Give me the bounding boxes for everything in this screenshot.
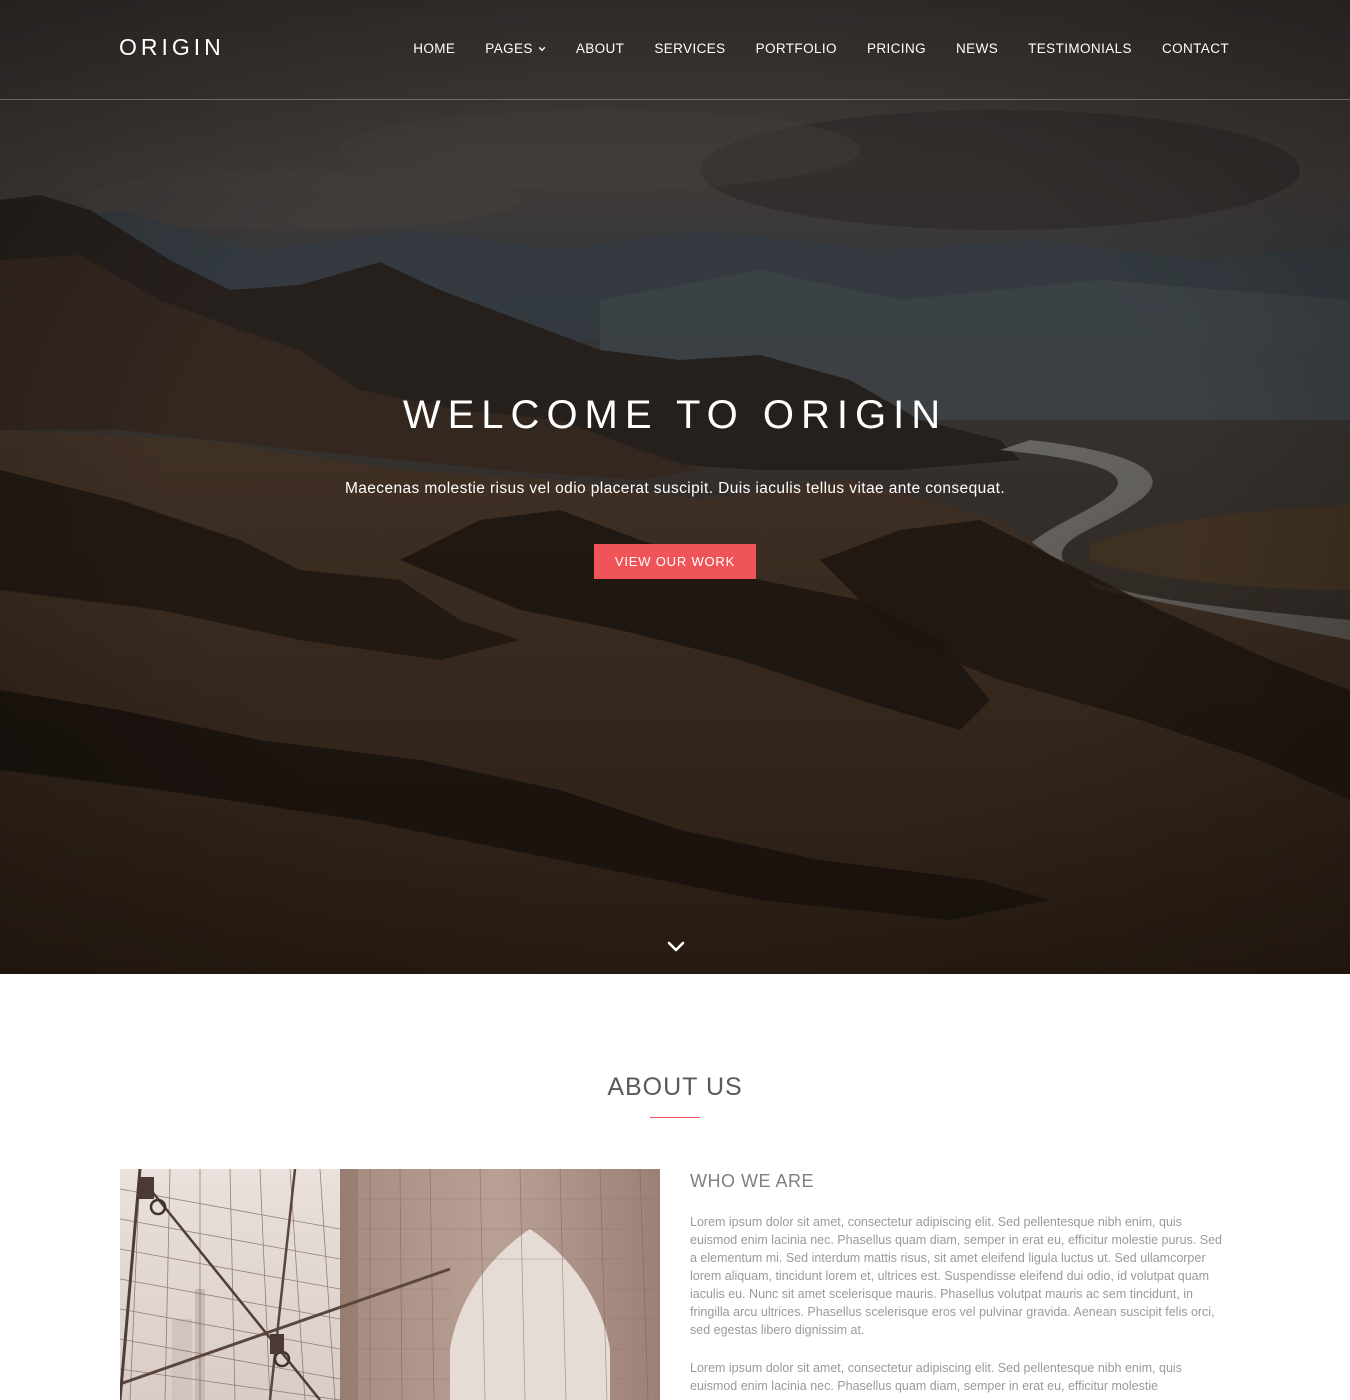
about-paragraph: Lorem ipsum dolor sit amet, consectetur … bbox=[690, 1361, 1182, 1393]
nav-link-services[interactable]: SERVICES bbox=[654, 41, 725, 56]
nav-item-services: SERVICES bbox=[654, 40, 725, 58]
main-nav: HOME PAGES ABOUT SERVICES PORTFOLIO PRIC… bbox=[413, 40, 1229, 58]
about-section-title: ABOUT US bbox=[607, 1073, 743, 1101]
hero-title: WELCOME TO ORIGIN bbox=[402, 393, 948, 437]
view-our-work-button[interactable]: VIEW OUR WORK bbox=[594, 544, 756, 579]
chevron-down-icon bbox=[538, 46, 546, 51]
nav-link-pages[interactable]: PAGES bbox=[485, 41, 546, 56]
nav-link-testimonials[interactable]: TESTIMONIALS bbox=[1028, 41, 1132, 56]
nav-item-pricing: PRICING bbox=[867, 40, 926, 58]
hero-section: ORIGIN HOME PAGES ABOUT SERVICES PORTFOL… bbox=[0, 0, 1350, 974]
nav-item-pages: PAGES bbox=[485, 40, 546, 58]
nav-link-contact[interactable]: CONTACT bbox=[1162, 41, 1229, 56]
nav-item-news: NEWS bbox=[956, 40, 998, 58]
nav-item-portfolio: PORTFOLIO bbox=[756, 40, 837, 58]
about-paragraph: Lorem ipsum dolor sit amet, consectetur … bbox=[690, 1215, 1222, 1337]
nav-link-home[interactable]: HOME bbox=[413, 41, 455, 56]
nav-link-pages-label: PAGES bbox=[485, 41, 533, 56]
who-we-are-heading: WHO WE ARE bbox=[690, 1171, 815, 1191]
hero-subtitle: Maecenas molestie risus vel odio placera… bbox=[344, 480, 1006, 497]
nav-link-pricing[interactable]: PRICING bbox=[867, 41, 926, 56]
title-underline-divider bbox=[650, 1117, 700, 1118]
nav-item-home: HOME bbox=[413, 40, 455, 58]
top-navbar: ORIGIN HOME PAGES ABOUT SERVICES PORTFOL… bbox=[0, 0, 1350, 100]
site-logo[interactable]: ORIGIN bbox=[119, 34, 225, 61]
bridge-image bbox=[120, 1169, 660, 1400]
nav-item-about: ABOUT bbox=[576, 40, 625, 58]
nav-link-about[interactable]: ABOUT bbox=[576, 41, 625, 56]
nav-link-portfolio[interactable]: PORTFOLIO bbox=[756, 41, 837, 56]
nav-link-news[interactable]: NEWS bbox=[956, 41, 998, 56]
nav-item-testimonials: TESTIMONIALS bbox=[1028, 40, 1132, 58]
nav-item-contact: CONTACT bbox=[1162, 40, 1229, 58]
chevron-down-icon[interactable] bbox=[666, 938, 686, 954]
